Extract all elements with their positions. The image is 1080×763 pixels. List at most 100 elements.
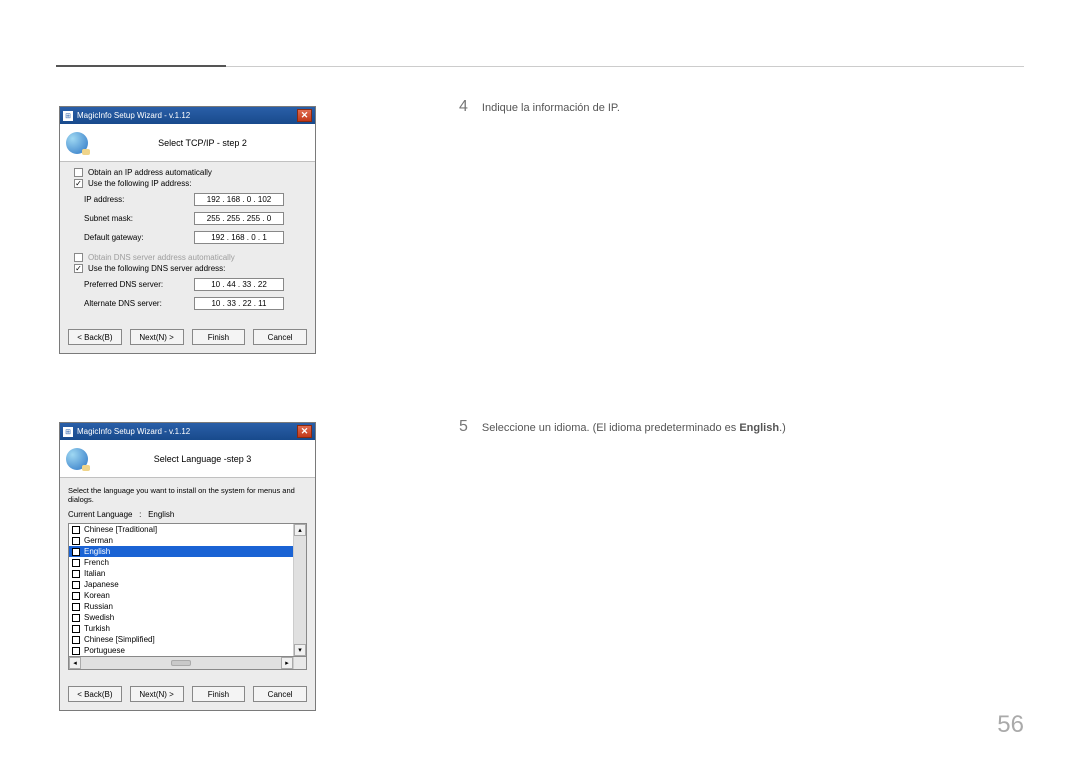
globe-icon: [66, 132, 88, 154]
step-4: 4 Indique la información de IP.: [459, 98, 620, 116]
language-list-item[interactable]: Italian: [69, 568, 293, 579]
header-rule-dark: [56, 65, 226, 67]
language-list-item[interactable]: Japanese: [69, 579, 293, 590]
language-list-item[interactable]: Portuguese: [69, 645, 293, 656]
subnet-mask-input[interactable]: 255 . 255 . 255 . 0: [194, 212, 284, 225]
step-text: Indique la información de IP.: [482, 98, 620, 114]
instruction-text: Select the language you want to install …: [68, 484, 307, 510]
language-list-item[interactable]: Chinese [Simplified]: [69, 634, 293, 645]
checkbox-icon: [72, 625, 80, 633]
button-row: < Back(B) Next(N) > Finish Cancel: [60, 678, 315, 710]
language-list-item[interactable]: German: [69, 535, 293, 546]
scroll-track[interactable]: [81, 657, 281, 669]
app-icon: ⊞: [63, 111, 73, 121]
globe-icon: [66, 448, 88, 470]
preferred-dns-input[interactable]: 10 . 44 . 33 . 22: [194, 278, 284, 291]
checkbox-icon: [74, 168, 83, 177]
language-list-item[interactable]: English: [69, 546, 293, 557]
scroll-corner: [293, 657, 306, 669]
field-label: IP address:: [84, 195, 194, 204]
checkbox-icon: [72, 592, 80, 600]
vertical-scrollbar[interactable]: ▴ ▾: [293, 524, 306, 656]
ip-address-input[interactable]: 192 . 168 . 0 . 102: [194, 193, 284, 206]
step-text: Seleccione un idioma. (El idioma predete…: [482, 418, 786, 434]
language-label: German: [84, 536, 113, 545]
dialog-body: Obtain an IP address automatically ✓ Use…: [60, 162, 315, 321]
radio-obtain-auto[interactable]: Obtain an IP address automatically: [68, 168, 307, 179]
cancel-button[interactable]: Cancel: [253, 686, 307, 702]
language-label: Turkish: [84, 624, 110, 633]
ip-address-row: IP address: 192 . 168 . 0 . 102: [68, 190, 307, 209]
cancel-button[interactable]: Cancel: [253, 329, 307, 345]
app-icon: ⊞: [63, 427, 73, 437]
dialog-header: Select Language -step 3: [60, 440, 315, 478]
alternate-dns-input[interactable]: 10 . 33 . 22 . 11: [194, 297, 284, 310]
scroll-track[interactable]: [294, 536, 306, 644]
titlebar[interactable]: ⊞ MagicInfo Setup Wizard - v.1.12 ✕: [60, 107, 315, 124]
next-button[interactable]: Next(N) >: [130, 686, 184, 702]
language-listbox[interactable]: Chinese [Traditional] German English French…: [68, 523, 307, 657]
step-text-bold: English: [739, 422, 779, 434]
button-row: < Back(B) Next(N) > Finish Cancel: [60, 321, 315, 353]
alternate-dns-row: Alternate DNS server: 10 . 33 . 22 . 11: [68, 294, 307, 313]
checkbox-icon: [72, 614, 80, 622]
checkbox-icon: [74, 253, 83, 262]
checkbox-icon: [72, 526, 80, 534]
dialog-header-title: Select Language -step 3: [96, 454, 309, 464]
default-gateway-input[interactable]: 192 . 168 . 0 . 1: [194, 231, 284, 244]
dialog-body: Select the language you want to install …: [60, 478, 315, 678]
language-list-item[interactable]: French: [69, 557, 293, 568]
back-button[interactable]: < Back(B): [68, 686, 122, 702]
language-label: Chinese [Traditional]: [84, 525, 157, 534]
close-button[interactable]: ✕: [297, 109, 312, 122]
language-list-item[interactable]: Turkish: [69, 623, 293, 634]
scroll-left-button[interactable]: ◂: [69, 657, 81, 669]
horizontal-scrollbar[interactable]: ◂ ▸: [68, 657, 307, 670]
scroll-thumb[interactable]: [171, 660, 191, 666]
radio-label: Use the following IP address:: [88, 179, 191, 188]
field-label: Alternate DNS server:: [84, 299, 194, 308]
field-label: Subnet mask:: [84, 214, 194, 223]
language-list-item[interactable]: Chinese [Traditional]: [69, 524, 293, 535]
header-rule-light: [226, 66, 1024, 67]
radio-label: Obtain DNS server address automatically: [88, 253, 235, 262]
language-label: Chinese [Simplified]: [84, 635, 155, 644]
close-button[interactable]: ✕: [297, 425, 312, 438]
checkbox-icon: [72, 537, 80, 545]
page-number: 56: [997, 711, 1024, 739]
dialog-header: Select TCP/IP - step 2: [60, 124, 315, 162]
radio-label: Obtain an IP address automatically: [88, 168, 212, 177]
language-label: Swedish: [84, 613, 114, 622]
checkbox-icon: [72, 570, 80, 578]
finish-button[interactable]: Finish: [192, 329, 246, 345]
checkbox-icon: [72, 559, 80, 567]
next-button[interactable]: Next(N) >: [130, 329, 184, 345]
window-title: MagicInfo Setup Wizard - v.1.12: [77, 111, 293, 120]
field-label: Preferred DNS server:: [84, 280, 194, 289]
language-list-item[interactable]: Korean: [69, 590, 293, 601]
language-label: Japanese: [84, 580, 119, 589]
language-label: English: [84, 547, 110, 556]
subnet-mask-row: Subnet mask: 255 . 255 . 255 . 0: [68, 209, 307, 228]
scroll-down-button[interactable]: ▾: [294, 644, 306, 656]
titlebar[interactable]: ⊞ MagicInfo Setup Wizard - v.1.12 ✕: [60, 423, 315, 440]
language-label: Korean: [84, 591, 110, 600]
window-title: MagicInfo Setup Wizard - v.1.12: [77, 427, 293, 436]
language-label: Russian: [84, 602, 113, 611]
radio-obtain-dns-auto: Obtain DNS server address automatically: [68, 253, 307, 264]
back-button[interactable]: < Back(B): [68, 329, 122, 345]
radio-use-following-ip[interactable]: ✓ Use the following IP address:: [68, 179, 307, 190]
language-list-item[interactable]: Russian: [69, 601, 293, 612]
preferred-dns-row: Preferred DNS server: 10 . 44 . 33 . 22: [68, 275, 307, 294]
dialog-language: ⊞ MagicInfo Setup Wizard - v.1.12 ✕ Sele…: [59, 422, 316, 711]
finish-button[interactable]: Finish: [192, 686, 246, 702]
field-label: Default gateway:: [84, 233, 194, 242]
current-language-value: English: [148, 510, 174, 519]
scroll-up-button[interactable]: ▴: [294, 524, 306, 536]
language-list-item[interactable]: Swedish: [69, 612, 293, 623]
checkbox-icon: [72, 636, 80, 644]
current-language-label: Current Language: [68, 510, 133, 519]
language-label: French: [84, 558, 109, 567]
scroll-right-button[interactable]: ▸: [281, 657, 293, 669]
radio-use-following-dns[interactable]: ✓ Use the following DNS server address:: [68, 264, 307, 275]
